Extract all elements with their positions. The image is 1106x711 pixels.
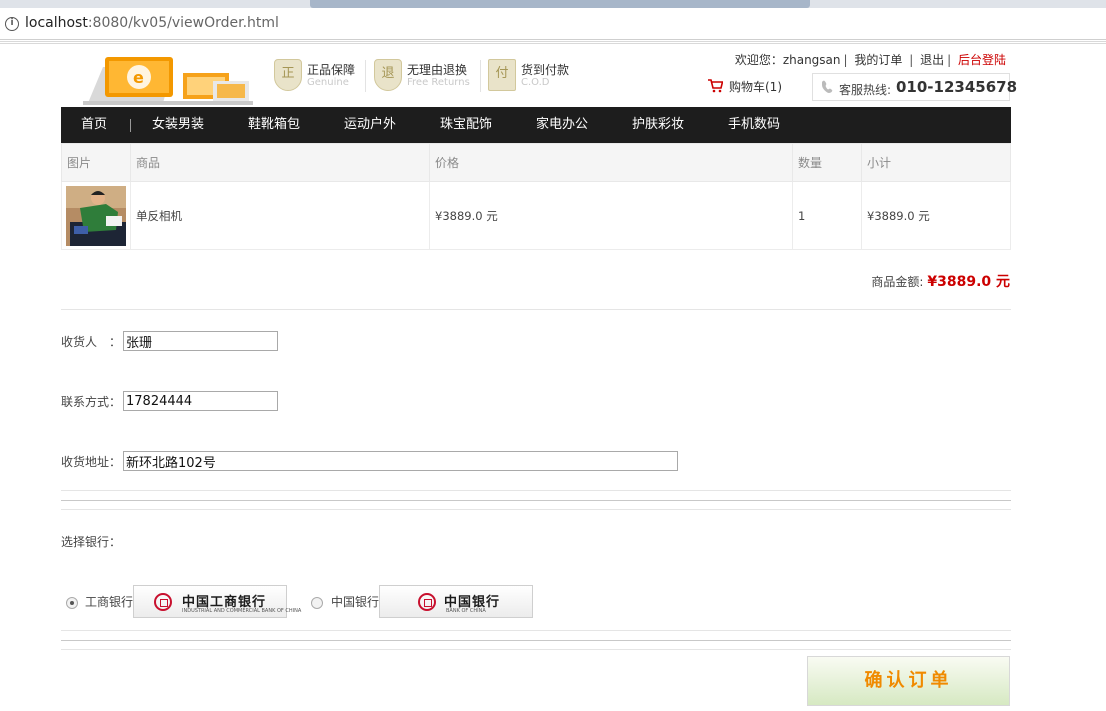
main-nav: 首页 女装男装 鞋靴箱包 运动户外 珠宝配饰 家电办公 护肤彩妆 手机数码 — [61, 107, 1011, 143]
address-bar[interactable]: i localhost:8080/kv05/viewOrder.html — [0, 8, 1106, 40]
nav-item-phones[interactable]: 手机数码 — [728, 107, 780, 143]
bank-name-icbc: 工商银行 — [85, 595, 134, 609]
badge-subtitle: Genuine — [307, 77, 349, 88]
bank-radio-boc[interactable] — [311, 597, 323, 609]
table-header-row: 图片 商品 价格 数量 小计 — [61, 143, 1011, 182]
col-header-subtotal: 小计 — [861, 143, 1011, 182]
divider — [61, 649, 1011, 650]
phone-label: 联系方式： — [61, 395, 122, 409]
cart-label: 购物车(1) — [729, 80, 782, 94]
shopping-cart-icon — [708, 79, 723, 93]
nav-item-home[interactable]: 首页 — [81, 107, 107, 143]
boc-logo[interactable]: 中国银行 BANK OF CHINA — [379, 585, 533, 618]
receiver-label: 收货人 ： — [61, 335, 122, 349]
boc-emblem-icon — [418, 593, 436, 611]
badge-title: 货到付款 — [521, 63, 570, 77]
receiver-input[interactable] — [123, 331, 278, 351]
browser-tabstrip — [0, 0, 1106, 8]
col-header-price: 价格 — [429, 143, 793, 182]
divider — [61, 500, 1011, 501]
badge-genuine: 正 正品保障 Genuine — [274, 59, 364, 93]
bank-radio-icbc[interactable] — [66, 597, 78, 609]
badge-cod: 付 货到付款 C.O.D — [488, 59, 578, 93]
svg-text:e: e — [133, 68, 144, 87]
logout-link[interactable]: 退出 — [920, 53, 944, 67]
nav-item-appliances[interactable]: 家电办公 — [536, 107, 588, 143]
col-header-product: 商品 — [130, 143, 430, 182]
phone-icon — [822, 80, 833, 93]
address-divider — [0, 41, 1106, 44]
bank-select-label: 选择银行： — [61, 535, 122, 549]
nav-divider — [130, 119, 131, 132]
table-row: 单反相机 ¥3889.0 元 1 ¥3889.0 元 — [61, 181, 1011, 250]
info-icon[interactable]: i — [5, 17, 19, 31]
returns-shield-icon: 退 — [374, 59, 402, 91]
confirm-order-button[interactable]: 确认订单 — [807, 656, 1010, 706]
welcome-text: 欢迎您：zhangsan — [734, 53, 841, 67]
product-image-cell — [61, 181, 131, 250]
admin-login-link[interactable]: 后台登陆 — [958, 53, 1006, 67]
order-total: 商品金额: ¥3889.0 元 — [871, 271, 1010, 291]
nav-item-jewelry[interactable]: 珠宝配饰 — [440, 107, 492, 143]
icbc-logo[interactable]: 中国工商银行 INDUSTRIAL AND COMMERCIAL BANK OF… — [133, 585, 301, 618]
divider — [61, 309, 1011, 310]
product-price: ¥3889.0 元 — [429, 181, 793, 250]
nav-item-shoes-bags[interactable]: 鞋靴箱包 — [248, 107, 300, 143]
hotline-box: 客服热线: 010-12345678 — [812, 73, 1017, 101]
address-label: 收货地址： — [61, 455, 122, 469]
divider — [61, 490, 1011, 491]
badge-divider — [365, 60, 366, 92]
product-thumbnail[interactable] — [66, 185, 126, 246]
product-subtotal: ¥3889.0 元 — [861, 181, 1011, 250]
hotline-number: 010-12345678 — [896, 78, 1018, 96]
my-orders-link[interactable]: 我的订单 — [854, 53, 902, 67]
col-header-image: 图片 — [61, 143, 131, 182]
total-amount: ¥3889.0 元 — [927, 274, 1010, 290]
nav-item-clothing[interactable]: 女装男装 — [152, 107, 204, 143]
divider — [61, 630, 1011, 631]
product-qty: 1 — [792, 181, 862, 250]
cart-link[interactable]: 购物车(1) — [707, 78, 782, 95]
site-logo[interactable]: e — [83, 53, 253, 105]
browser-tab[interactable] — [310, 0, 810, 8]
badge-subtitle: Free Returns — [407, 77, 470, 88]
badge-divider — [480, 60, 481, 92]
icbc-logo-en: INDUSTRIAL AND COMMERCIAL BANK OF CHINA — [182, 608, 302, 614]
divider — [61, 509, 1011, 510]
nav-item-cosmetics[interactable]: 护肤彩妆 — [632, 107, 684, 143]
order-table: 图片 商品 价格 数量 小计 单反相机 ¥3889.0 元 1 ¥3889.0 … — [61, 143, 1011, 250]
user-links: 欢迎您：zhangsan | 我的订单 | 退出 | 后台登陆 — [734, 53, 1006, 67]
boc-logo-en: BANK OF CHINA — [446, 608, 486, 614]
divider — [61, 640, 1011, 641]
url-text[interactable]: localhost:8080/kv05/viewOrder.html — [25, 15, 279, 31]
total-label: 商品金额: — [871, 275, 924, 289]
address-input[interactable] — [123, 451, 678, 471]
badge-free-returns: 退 无理由退换 Free Returns — [374, 59, 479, 93]
badge-title: 无理由退换 — [407, 63, 468, 77]
icbc-emblem-icon — [154, 593, 172, 611]
phone-input[interactable] — [123, 391, 278, 411]
gift-box-icon: 付 — [488, 59, 516, 91]
genuine-shield-icon: 正 — [274, 59, 302, 91]
product-name[interactable]: 单反相机 — [130, 181, 430, 250]
col-header-qty: 数量 — [792, 143, 862, 182]
badge-title: 正品保障 — [307, 63, 356, 77]
badge-subtitle: C.O.D — [521, 77, 550, 88]
bank-name-boc: 中国银行 — [331, 595, 380, 609]
hotline-label: 客服热线: — [839, 83, 892, 97]
nav-item-sports[interactable]: 运动户外 — [344, 107, 396, 143]
